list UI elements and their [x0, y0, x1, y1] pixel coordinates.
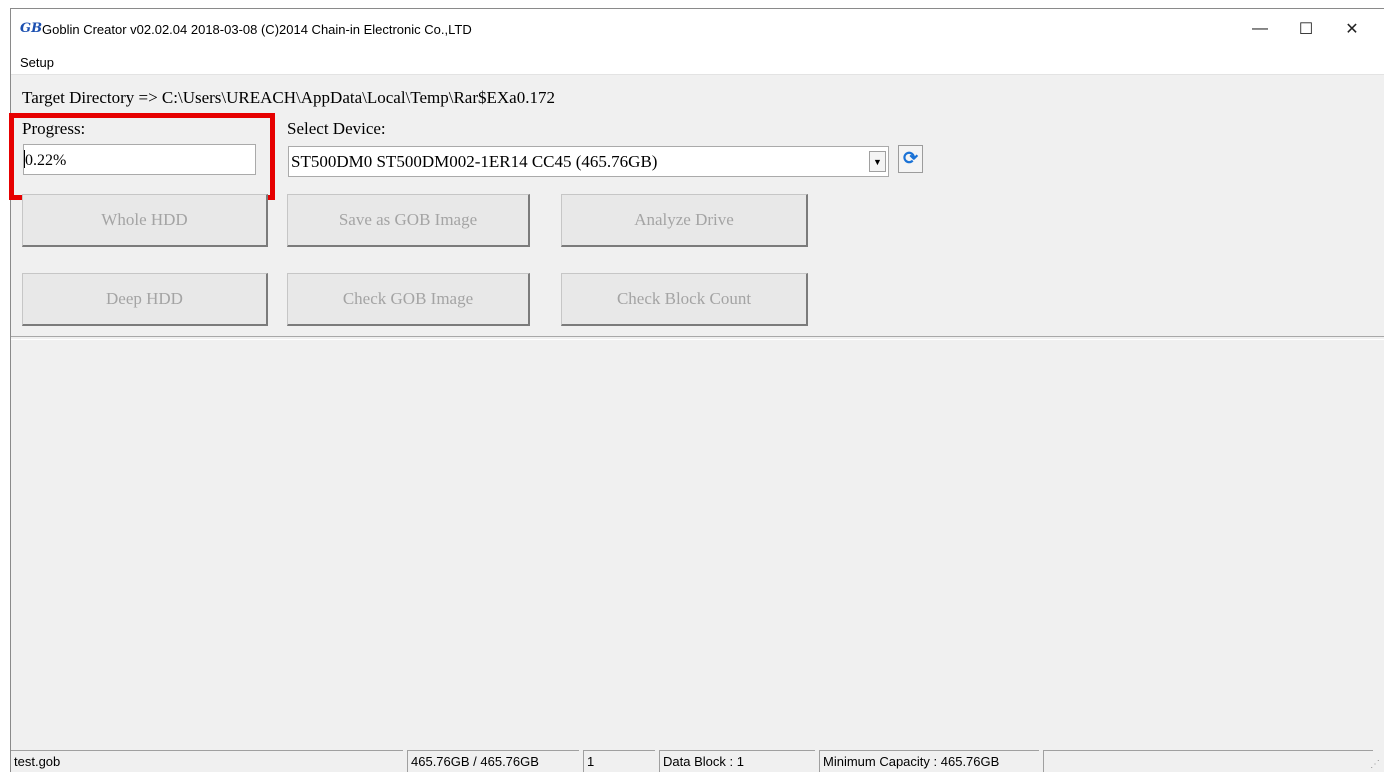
status-count: 1 — [583, 750, 655, 772]
app-window: GB Goblin Creator v02.02.04 2018-03-08 (… — [9, 8, 1384, 773]
check-gob-image-button[interactable]: Check GOB Image — [287, 273, 530, 326]
menu-setup[interactable]: Setup — [20, 55, 54, 70]
status-empty — [1043, 750, 1373, 772]
device-select-value: ST500DM0 ST500DM002-1ER14 CC45 (465.76GB… — [291, 152, 658, 171]
maximize-button[interactable]: ☐ — [1283, 9, 1329, 49]
target-directory-label: Target Directory => C:\Users\UREACH\AppD… — [22, 88, 555, 107]
device-select[interactable]: ST500DM0 ST500DM002-1ER14 CC45 (465.76GB… — [288, 146, 889, 177]
refresh-icon[interactable]: ⟳ — [898, 145, 923, 173]
app-logo-icon: GB — [20, 21, 43, 36]
analyze-drive-button[interactable]: Analyze Drive — [561, 194, 808, 247]
highlight-box — [9, 113, 275, 200]
check-block-count-button[interactable]: Check Block Count — [561, 273, 808, 326]
menu-bar: Setup — [11, 49, 1384, 75]
save-gob-image-button[interactable]: Save as GOB Image — [287, 194, 530, 247]
status-bar: test.gob 465.76GB / 465.76GB 1 Data Bloc… — [11, 749, 1384, 773]
chevron-down-icon[interactable]: ▼ — [869, 151, 886, 172]
resize-grip-icon[interactable]: ⋰ — [1370, 759, 1382, 771]
status-capacity: 465.76GB / 465.76GB — [407, 750, 579, 772]
section-divider — [11, 336, 1384, 340]
close-button[interactable]: ✕ — [1329, 9, 1375, 49]
title-bar[interactable]: GB Goblin Creator v02.02.04 2018-03-08 (… — [11, 9, 1384, 49]
status-file: test.gob — [11, 750, 403, 772]
status-minimum-capacity: Minimum Capacity : 465.76GB — [819, 750, 1039, 772]
whole-hdd-button[interactable]: Whole HDD — [22, 194, 268, 247]
deep-hdd-button[interactable]: Deep HDD — [22, 273, 268, 326]
select-device-label: Select Device: — [287, 119, 386, 138]
minimize-button[interactable]: — — [1237, 9, 1283, 49]
status-data-block: Data Block : 1 — [659, 750, 815, 772]
window-title: Goblin Creator v02.02.04 2018-03-08 (C)2… — [42, 21, 472, 37]
